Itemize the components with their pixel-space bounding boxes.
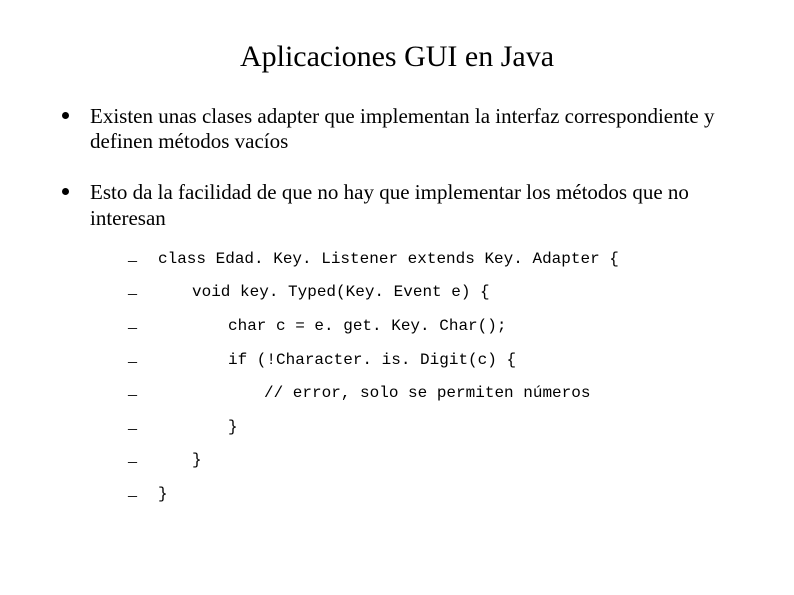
dash-icon: –	[128, 284, 137, 304]
code-line: – }	[90, 486, 754, 504]
bullet-text: Existen unas clases adapter que implemen…	[90, 104, 715, 153]
bullet-icon	[62, 112, 69, 119]
code-text: char c = e. get. Key. Char();	[158, 318, 506, 336]
list-item: Existen unas clases adapter que implemen…	[40, 104, 754, 154]
dash-icon: –	[128, 251, 137, 271]
code-line: – void key. Typed(Key. Event e) {	[90, 284, 754, 302]
dash-icon: –	[128, 419, 137, 439]
code-line: – }	[90, 452, 754, 470]
code-text: if (!Character. is. Digit(c) {	[158, 352, 516, 370]
code-block: – class Edad. Key. Listener extends Key.…	[90, 251, 754, 504]
dash-icon: –	[128, 486, 137, 506]
bullet-text: Esto da la facilidad de que no hay que i…	[90, 180, 689, 229]
code-text: void key. Typed(Key. Event e) {	[158, 284, 490, 302]
list-item: Esto da la facilidad de que no hay que i…	[40, 180, 754, 503]
code-line: – char c = e. get. Key. Char();	[90, 318, 754, 336]
code-line: – class Edad. Key. Listener extends Key.…	[90, 251, 754, 269]
bullet-list: Existen unas clases adapter que implemen…	[40, 104, 754, 504]
code-line: – if (!Character. is. Digit(c) {	[90, 352, 754, 370]
code-text: }	[158, 485, 168, 503]
code-line: – // error, solo se permiten números	[90, 385, 754, 403]
code-text: // error, solo se permiten números	[158, 385, 590, 403]
code-text: }	[158, 452, 202, 470]
dash-icon: –	[128, 318, 137, 338]
dash-icon: –	[128, 385, 137, 405]
code-text: class Edad. Key. Listener extends Key. A…	[158, 250, 619, 268]
bullet-icon	[62, 188, 69, 195]
dash-icon: –	[128, 452, 137, 472]
code-line: – }	[90, 419, 754, 437]
slide: Aplicaciones GUI en Java Existen unas cl…	[0, 0, 794, 595]
code-text: }	[158, 419, 238, 437]
slide-title: Aplicaciones GUI en Java	[40, 40, 754, 74]
dash-icon: –	[128, 352, 137, 372]
